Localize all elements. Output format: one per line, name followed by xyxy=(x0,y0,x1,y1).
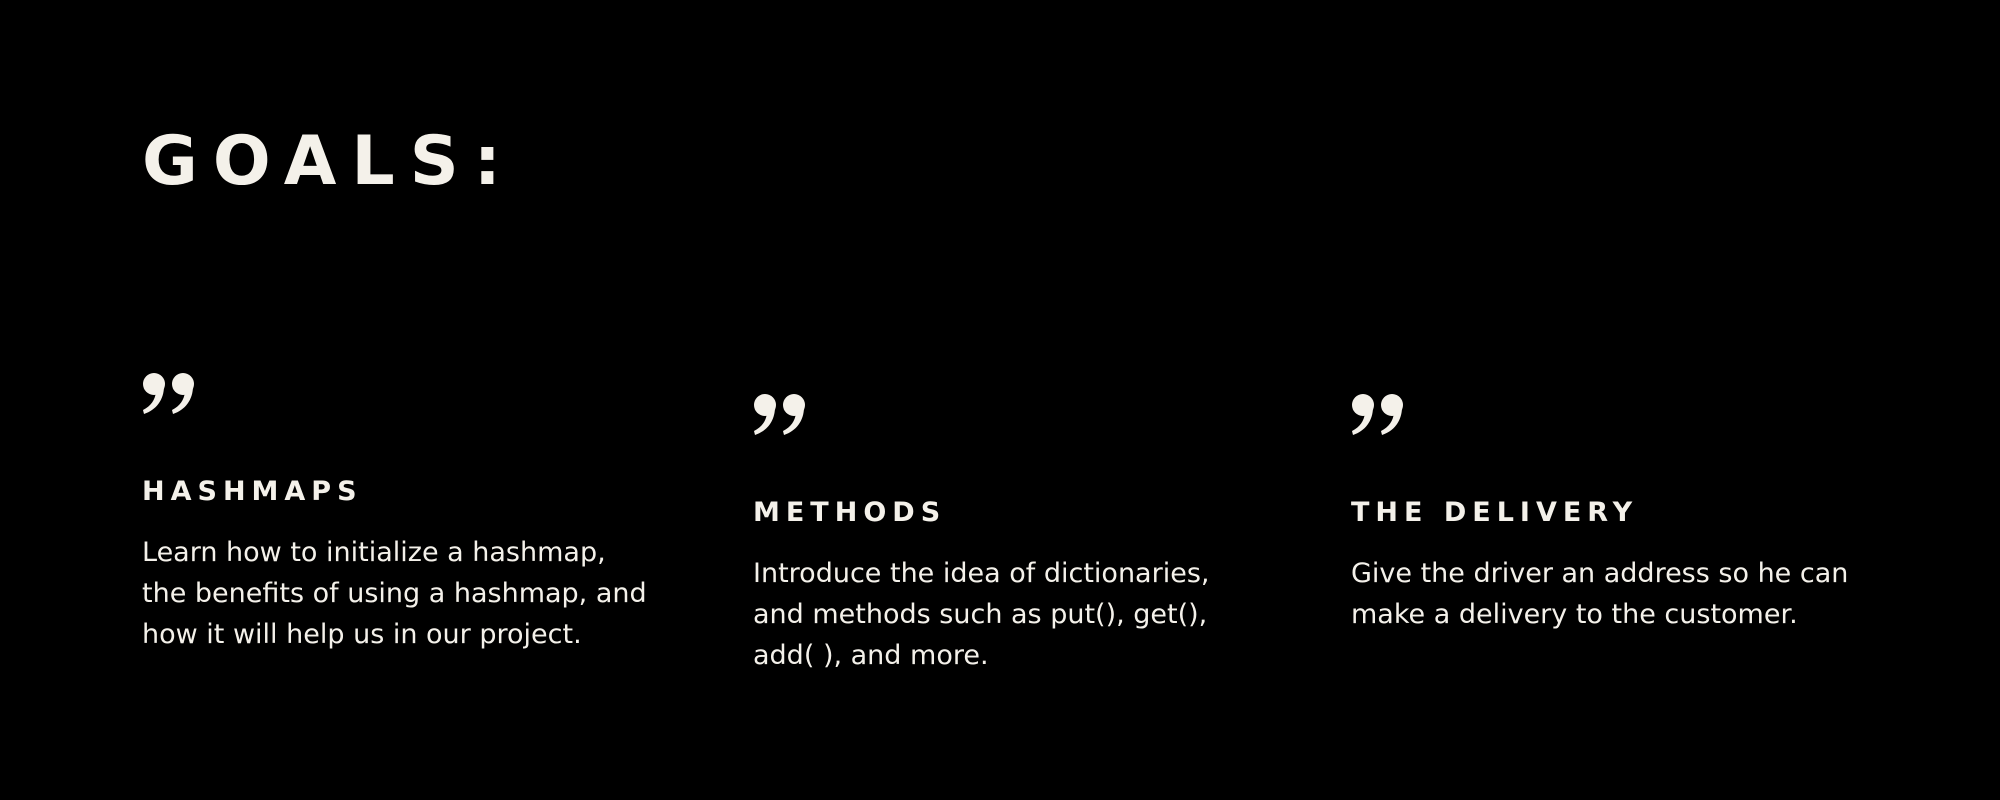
goal-heading: THE DELIVERY xyxy=(1351,497,1639,528)
goal-description: Learn how to initialize a hashmap, the b… xyxy=(142,532,682,655)
goal-card-the-delivery: THE DELIVERY Give the driver an address … xyxy=(1351,393,1891,635)
goal-description-line: Give the driver an address so he can xyxy=(1351,558,1849,589)
goal-description-line: make a delivery to the customer. xyxy=(1351,599,1798,630)
goal-description-line: the benefits of using a hashmap, and xyxy=(142,578,647,609)
goal-description: Give the driver an address so he can mak… xyxy=(1351,553,1911,635)
goal-description: Introduce the idea of dictionaries, and … xyxy=(753,553,1273,676)
goal-description-line: add( ), and more. xyxy=(753,640,989,671)
goals-slide: { "slide": { "title": "GOALS:", "backgro… xyxy=(0,0,2000,800)
page-title: GOALS: xyxy=(142,122,516,201)
goal-heading: HASHMAPS xyxy=(142,476,363,507)
quote-icon xyxy=(753,393,809,437)
goal-description-line: how it will help us in our project. xyxy=(142,619,582,650)
goal-heading: METHODS xyxy=(753,497,947,528)
quote-icon xyxy=(142,372,198,416)
quote-icon xyxy=(1351,393,1407,437)
goal-card-hashmaps: HASHMAPS Learn how to initialize a hashm… xyxy=(142,372,682,655)
goal-description-line: and methods such as put(), get(), xyxy=(753,599,1208,630)
goal-card-methods: METHODS Introduce the idea of dictionari… xyxy=(753,393,1293,676)
goal-description-line: Learn how to initialize a hashmap, xyxy=(142,537,606,568)
goal-description-line: Introduce the idea of dictionaries, xyxy=(753,558,1210,589)
